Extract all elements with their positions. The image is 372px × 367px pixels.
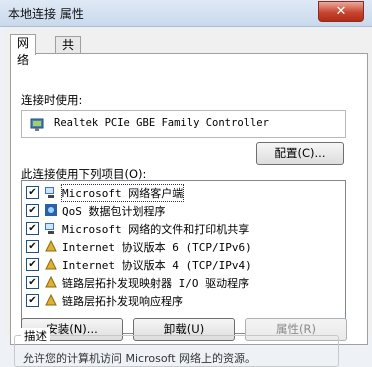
item-label: Microsoft 网络客户端 [60,184,185,202]
item-label: Internet 协议版本 4 (TCP/IPv4) [62,259,252,272]
list-item-lltd-mapper[interactable]: ✔ 链路层拓扑发现映射器 I/O 驱动程序 [26,273,326,291]
list-item-ipv4[interactable]: ✔ Internet 协议版本 4 (TCP/IPv4) [26,255,326,273]
checkbox[interactable]: ✔ [26,294,39,307]
checkbox[interactable]: ✔ [26,204,39,217]
checkbox[interactable]: ✔ [26,258,39,271]
tab-panel-network: 连接时使用: Realtek PCIe GBE Family Controlle… [10,53,368,345]
configure-button[interactable]: 配置(C)... [256,142,344,165]
description-group: 描述 允许您的计算机访问 Microsoft 网络上的资源。 [14,328,339,367]
protocol-icon [45,239,57,252]
protocol-icon [45,275,57,288]
adapter-field: Realtek PCIe GBE Family Controller [21,110,346,138]
close-icon: ✕ [335,4,347,19]
list-item-ms-client[interactable]: ✔ Microsoft 网络客户端 [26,183,326,202]
window-title: 本地连接 属性 [8,7,84,21]
close-button[interactable]: ✕ [318,1,364,22]
description-legend: 描述 [21,328,50,344]
dialog-client: 网络 共享 连接时使用: Realtek PCIe GBE Family Con… [4,27,372,367]
item-label: Microsoft 网络的文件和打印机共享 [62,223,250,236]
item-label: QoS 数据包计划程序 [62,205,166,218]
checkbox[interactable]: ✔ [26,186,39,199]
network-client-icon [45,223,54,234]
list-item-file-print-sharing[interactable]: ✔ Microsoft 网络的文件和打印机共享 [26,219,326,237]
item-label: 链路层拓扑发现响应程序 [62,295,183,308]
protocol-icon [45,257,57,270]
connect-using-label: 连接时使用: [21,93,83,107]
protocol-icon [45,293,57,306]
items-list[interactable]: ✔ Microsoft 网络客户端 ✔ QoS 数据包计划程序 ✔ Micros… [21,180,346,334]
service-icon [45,204,57,216]
checkbox[interactable]: ✔ [26,222,39,235]
adapter-name: Realtek PCIe GBE Family Controller [54,117,269,129]
network-client-icon [45,187,54,198]
tab-network[interactable]: 网络 [10,34,37,67]
list-item-qos[interactable]: ✔ QoS 数据包计划程序 [26,201,326,219]
checkbox[interactable]: ✔ [26,276,39,289]
list-item-ipv6[interactable]: ✔ Internet 协议版本 6 (TCP/IPv6) [26,237,326,255]
list-item-lltd-responder[interactable]: ✔ 链路层拓扑发现响应程序 [26,291,326,309]
network-adapter-icon [30,118,44,131]
item-label: 链路层拓扑发现映射器 I/O 驱动程序 [62,277,250,290]
checkbox[interactable]: ✔ [26,240,39,253]
description-text: 允许您的计算机访问 Microsoft 网络上的资源。 [23,352,257,365]
item-label: Internet 协议版本 6 (TCP/IPv6) [62,241,252,254]
tab-sharing[interactable]: 共享 [55,36,82,69]
title-bar[interactable]: 本地连接 属性 ✕ [0,0,372,27]
